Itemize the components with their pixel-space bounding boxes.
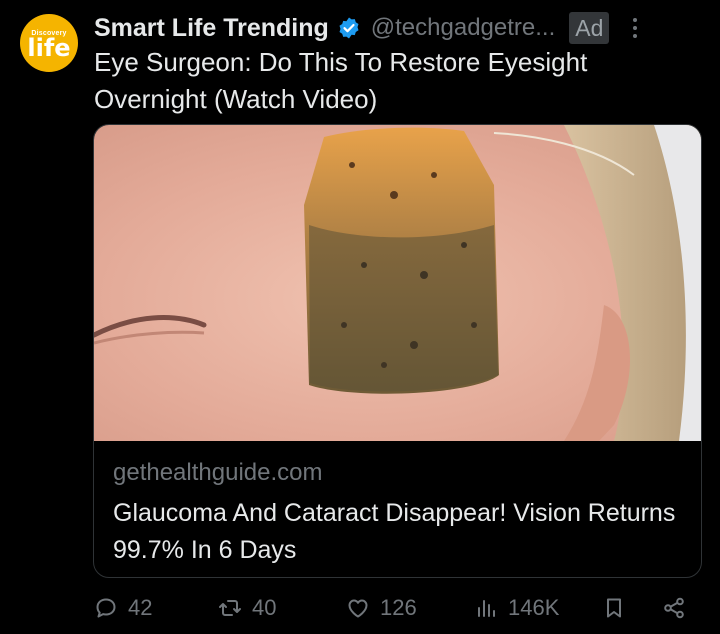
reply-button[interactable]: 42 [94,590,152,626]
action-bar: 42 40 126 146K [94,590,714,626]
repost-button[interactable]: 40 [218,590,276,626]
card-image[interactable] [94,125,701,441]
author-name[interactable]: Smart Life Trending [94,14,329,43]
link-card[interactable]: gethealthguide.com Glaucoma And Cataract… [93,124,702,578]
avatar-logo-text: life [27,33,71,62]
tweet-text: Eye Surgeon: Do This To Restore Eyesight… [94,47,588,114]
bookmark-button[interactable] [602,590,636,626]
card-domain[interactable]: gethealthguide.com [113,459,322,487]
reply-icon [96,598,116,618]
ad-badge: Ad [569,12,610,44]
view-count: 146K [508,595,560,620]
share-button[interactable] [662,590,696,626]
reply-count: 42 [128,595,153,620]
card-title[interactable]: Glaucoma And Cataract Disappear! Vision … [113,495,683,569]
avatar[interactable]: Discovery life [20,14,78,72]
like-button[interactable]: 126 [346,590,417,626]
tweet-header: Smart Life Trending @techgadgetre... Ad [94,8,714,48]
bookmark-icon [607,598,621,618]
author-handle[interactable]: @techgadgetre... [371,14,555,42]
like-icon [348,599,368,618]
repost-count: 40 [252,595,277,620]
views-icon [478,600,495,617]
views-button[interactable]: 146K [474,590,559,626]
more-icon[interactable] [625,14,645,42]
repost-icon [219,600,241,616]
verified-badge-icon [339,17,359,39]
share-icon [664,597,684,619]
like-count: 126 [380,595,417,620]
